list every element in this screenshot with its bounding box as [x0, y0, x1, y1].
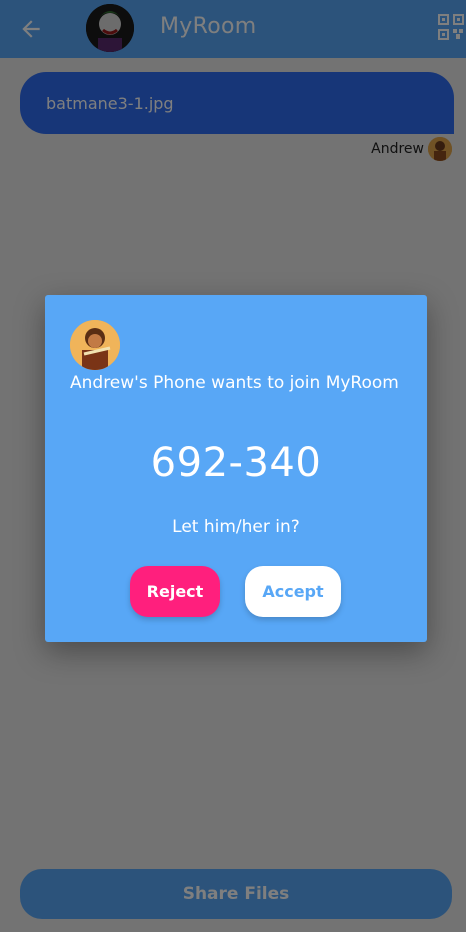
join-request-dialog: Andrew's Phone wants to join MyRoom 692-…: [45, 295, 427, 642]
accept-button[interactable]: Accept: [245, 566, 341, 617]
join-question: Let him/her in?: [172, 517, 300, 537]
join-request-message: Andrew's Phone wants to join MyRoom: [70, 373, 399, 393]
requester-avatar: [70, 320, 120, 370]
verification-code: 692-340: [150, 440, 322, 486]
reject-button[interactable]: Reject: [130, 566, 220, 617]
